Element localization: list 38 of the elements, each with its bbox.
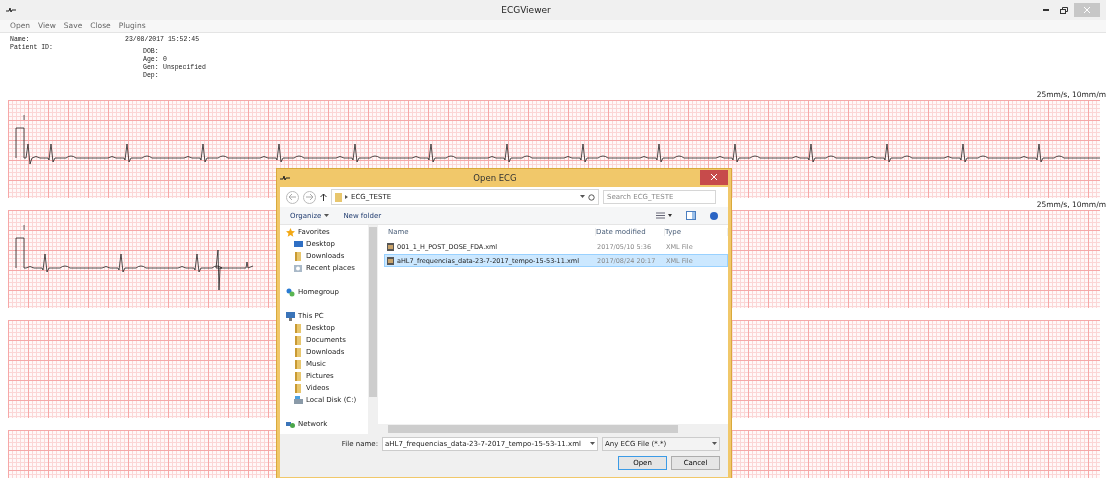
network-icon: [286, 419, 295, 429]
caret-icon: [324, 213, 330, 218]
scrollbar[interactable]: [378, 424, 728, 434]
folder-icon: [294, 323, 303, 333]
star-icon: [286, 227, 295, 237]
minimize-icon: [1043, 9, 1049, 11]
window-title: ECGViewer: [500, 5, 552, 15]
computer-icon: [286, 311, 295, 321]
up-arrow-icon[interactable]: [320, 193, 327, 201]
dialog-title: Open ECG: [472, 173, 518, 183]
chevron-icon: [345, 195, 348, 199]
file-icon: [387, 242, 394, 251]
restore-icon: [1060, 6, 1068, 14]
close-icon: [711, 174, 717, 180]
desktop-icon: [294, 239, 303, 249]
dialog-icon: [280, 175, 290, 181]
homegroup-icon: [286, 287, 295, 297]
close-button[interactable]: [700, 169, 728, 185]
folder-icon: [294, 383, 303, 393]
caret-icon: [712, 442, 717, 446]
folder-icon: [335, 192, 342, 202]
refresh-icon[interactable]: [588, 193, 595, 201]
scrollbar[interactable]: [368, 225, 378, 434]
forward-arrow-icon: [306, 194, 313, 200]
view-options-icon[interactable]: [656, 212, 672, 219]
folder-icon: [294, 371, 303, 381]
preview-pane-icon[interactable]: [686, 211, 696, 220]
folder-icon: [294, 359, 303, 369]
folder-icon: [294, 347, 303, 357]
dropdown-icon: [580, 195, 585, 199]
back-button[interactable]: [286, 190, 299, 204]
close-icon: [1084, 7, 1090, 13]
folder-icon: [294, 251, 303, 261]
app-icon: [6, 7, 16, 13]
folder-icon: [294, 335, 303, 345]
back-arrow-icon: [289, 194, 296, 200]
file-icon: [387, 256, 394, 265]
caret-icon: [590, 442, 595, 446]
